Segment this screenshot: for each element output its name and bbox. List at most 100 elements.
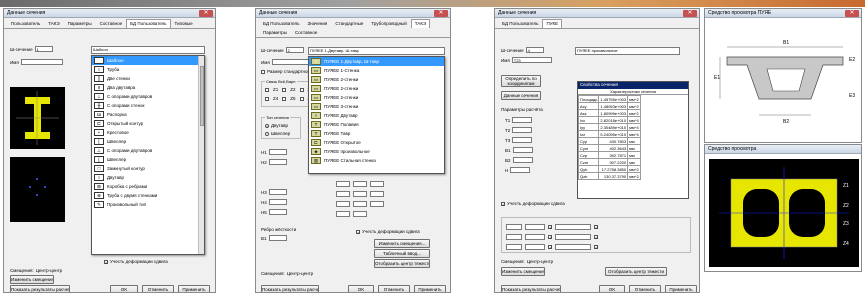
offset-checkbox[interactable] xyxy=(548,245,552,249)
offset-input[interactable] xyxy=(506,224,522,230)
offset-checkbox[interactable] xyxy=(594,235,598,239)
offset-input[interactable] xyxy=(555,244,591,250)
apply-button[interactable]: Применить xyxy=(665,285,697,292)
section-input[interactable]: 1 xyxy=(34,46,53,52)
section-input[interactable]: 2 xyxy=(285,47,304,53)
list-item[interactable]: ⊏ Открытый контур xyxy=(92,119,204,128)
z4-checkbox[interactable] xyxy=(265,96,269,101)
cancel-button[interactable]: Отменить xyxy=(629,285,661,292)
offset-input[interactable] xyxy=(506,234,522,240)
type-combo[interactable]: Шаблон xyxy=(91,46,205,54)
ok-button[interactable]: OK xyxy=(599,285,625,292)
list-item[interactable]: ⊞ Коробка с ребрами xyxy=(92,182,204,191)
tab-compound[interactable]: Составное xyxy=(96,19,126,28)
cancel-button[interactable]: Отменить xyxy=(142,285,174,292)
z1-checkbox[interactable] xyxy=(265,87,269,92)
dim-input[interactable] xyxy=(336,181,350,187)
offset-checkbox[interactable] xyxy=(594,245,598,249)
offset-input[interactable] xyxy=(525,234,545,240)
tab-take[interactable]: ТАКЭ xyxy=(44,19,63,28)
show-results-button[interactable]: Показать результаты расчетов... xyxy=(501,285,561,292)
dim-input[interactable] xyxy=(353,201,367,207)
tab-values[interactable]: Значения xyxy=(303,19,331,28)
tab-take[interactable]: ТАКЭ xyxy=(410,19,431,28)
define-by-coords-button[interactable]: Определить по координатам xyxy=(501,75,541,87)
list-item[interactable]: I ПУЯЕЕ 1-Двутавр, Ш-тавр xyxy=(309,57,444,66)
list-item[interactable]: □ Замкнутый контур xyxy=(92,164,204,173)
list-item[interactable]: ▭ ПУЯЕЕ 2-стенки xyxy=(309,93,444,102)
list-item[interactable]: [Швеллер xyxy=(92,137,204,146)
list-item[interactable]: ╫ С опорами стенок xyxy=(92,101,204,110)
show-center-button[interactable]: Отобразить центр тяжести xyxy=(605,267,667,276)
ok-button[interactable]: OK xyxy=(348,285,374,292)
list-item[interactable]: ◈ ПУЯЕЕ произвольное xyxy=(309,147,444,156)
list-item[interactable]: ○ Труба xyxy=(92,65,204,74)
show-center-button[interactable]: Отобразить центр тяжести xyxy=(374,259,430,268)
offset-checkbox[interactable] xyxy=(548,225,552,229)
dim-input[interactable] xyxy=(353,211,367,217)
tab-user[interactable]: Пользователь xyxy=(7,19,44,28)
show-results-button[interactable]: Показать результаты расчетов... xyxy=(10,285,70,292)
dim-input[interactable] xyxy=(370,181,384,187)
list-item[interactable]: ▭ ПУЯЕЕ 3-стенки xyxy=(309,102,444,111)
dim-input[interactable] xyxy=(268,235,287,241)
tab-params[interactable]: Параметры xyxy=(259,28,291,37)
list-item[interactable]: ⊥ С опорами двутавров xyxy=(92,146,204,155)
param-input[interactable] xyxy=(510,167,531,173)
dim-input[interactable] xyxy=(336,211,350,217)
offset-checkbox[interactable] xyxy=(594,225,598,229)
list-item[interactable]: ✎ Произвольный тип xyxy=(92,200,204,209)
shear-checkbox[interactable] xyxy=(501,201,505,206)
offset-input[interactable] xyxy=(506,244,522,250)
type-dropdown[interactable]: I Шаблон ○ Труба ║ Две стенки II Два двутавр… xyxy=(91,55,205,255)
list-item[interactable]: [Швеллер xyxy=(92,155,204,164)
tab-db-user[interactable]: БД Пользователь xyxy=(126,19,171,28)
dim-input[interactable] xyxy=(370,201,384,207)
offset-input[interactable] xyxy=(555,234,591,240)
close-icon[interactable]: ✕ xyxy=(845,9,859,17)
change-offset-button[interactable]: Изменить смещения... xyxy=(501,267,545,276)
section-data-button[interactable]: Данные сечения xyxy=(501,91,541,100)
list-item[interactable]: ⊏ ПУЯЕЕ Открытое xyxy=(309,138,444,147)
dim-input[interactable] xyxy=(353,181,367,187)
tab-db-user[interactable]: БД Пользователь xyxy=(498,19,542,28)
std-beam-checkbox[interactable] xyxy=(261,69,265,74)
close-icon[interactable]: ✕ xyxy=(434,9,448,17)
list-item[interactable]: ⊥ С опорами двутавров xyxy=(92,92,204,101)
tab-typical[interactable]: Типовые xyxy=(171,19,197,28)
type-radio-2[interactable] xyxy=(265,131,269,136)
tab-pipe[interactable]: Трубопроводный xyxy=(367,19,410,28)
change-offset-button[interactable]: Изменить смещения... xyxy=(10,275,54,284)
dim-input[interactable] xyxy=(336,191,350,197)
name-input[interactable] xyxy=(271,59,312,65)
type-radio-1[interactable] xyxy=(265,123,269,128)
dim-input[interactable] xyxy=(268,159,287,165)
param-input[interactable] xyxy=(512,127,533,133)
change-offset-button[interactable]: Изменить смещения... xyxy=(374,239,430,248)
list-item[interactable]: II Два двутавра xyxy=(92,83,204,92)
z2-checkbox[interactable] xyxy=(282,87,287,92)
profile-combo[interactable]: ПУЯЕЕ 1-Двутавр, Ш-тавр xyxy=(308,47,445,55)
dim-input[interactable] xyxy=(268,199,287,205)
list-item[interactable]: ║ Две стенки xyxy=(92,74,204,83)
list-item[interactable]: + Крестовое xyxy=(92,128,204,137)
list-item[interactable]: T ПУЯЕЕ Тавр xyxy=(309,129,444,138)
list-item[interactable]: Ш Распорка xyxy=(92,110,204,119)
param-input[interactable] xyxy=(512,157,533,163)
dim-input[interactable] xyxy=(268,209,287,215)
show-results-button[interactable]: Показать результаты расчетов... xyxy=(261,285,319,292)
name-input[interactable] xyxy=(20,59,63,65)
tab-params[interactable]: Параметры xyxy=(64,19,96,28)
ok-button[interactable]: OK xyxy=(110,285,138,292)
list-item[interactable]: ▥ ПУЯЕЕ Стальная стенка xyxy=(309,156,444,165)
shear-checkbox[interactable] xyxy=(104,259,108,264)
z3-checkbox[interactable] xyxy=(299,87,304,92)
list-item[interactable]: T ПУЯЕЕ Полавия xyxy=(309,120,444,129)
tab-db-user[interactable]: БД Пользователь xyxy=(259,19,303,28)
param-input[interactable] xyxy=(512,137,533,143)
apply-button[interactable]: Применить xyxy=(178,285,210,292)
profile-dropdown[interactable]: I ПУЯЕЕ 1-Двутавр, Ш-тавр ▭ ПУЯЕЕ 1-Стенка… xyxy=(308,56,445,174)
dim-input[interactable] xyxy=(370,191,384,197)
offset-input[interactable] xyxy=(525,224,545,230)
offset-input[interactable] xyxy=(555,224,591,230)
